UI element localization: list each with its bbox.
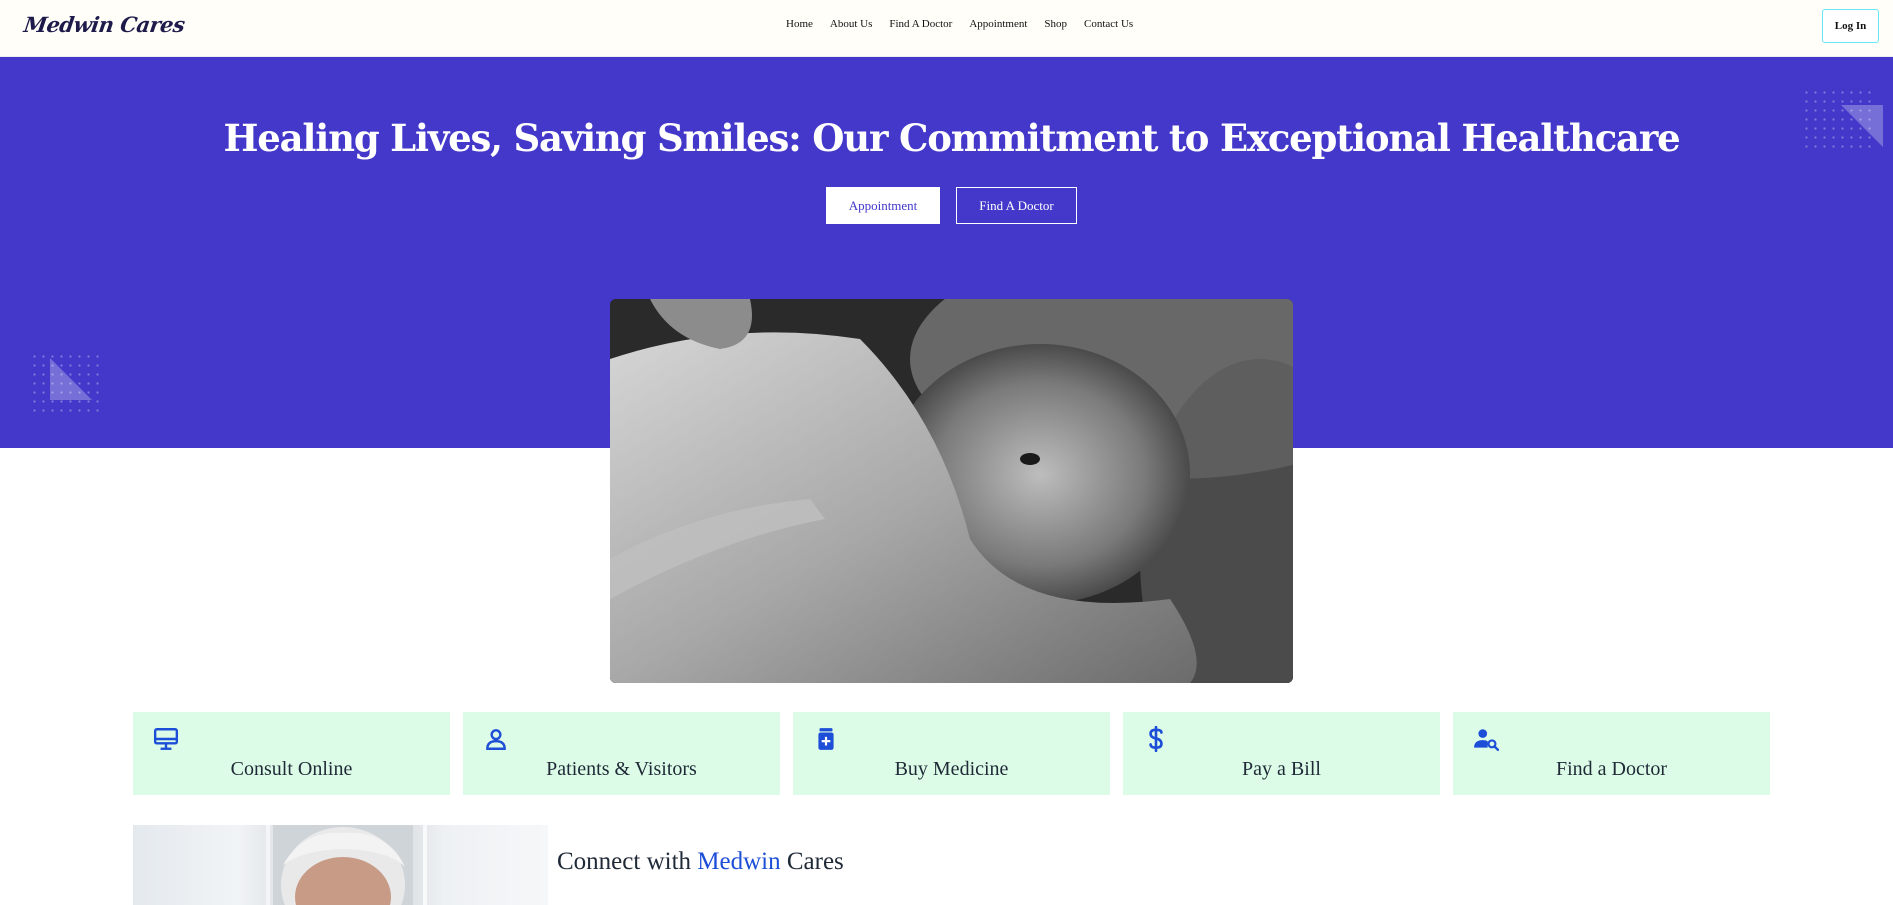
service-label: Find a Doctor	[1555, 758, 1668, 780]
service-card-consult-online[interactable]: Consult Online	[133, 712, 450, 795]
doctor-photo-illustration	[266, 825, 427, 905]
doctor-photo	[133, 825, 548, 905]
service-label: Patients & Visitors	[546, 758, 697, 780]
service-card-pay-a-bill[interactable]: Pay a Bill	[1123, 712, 1440, 795]
nav-find-a-doctor[interactable]: Find A Doctor	[889, 18, 952, 30]
connect-brand: Medwin	[697, 848, 781, 875]
dollar-icon	[1149, 726, 1163, 752]
service-label: Consult Online	[230, 758, 353, 780]
hero-triangle-left	[50, 358, 92, 400]
connect-heading: Connect with Medwin Cares	[557, 848, 844, 876]
appointment-button[interactable]: Appointment	[826, 187, 940, 224]
service-label: Buy Medicine	[894, 758, 1009, 780]
login-button[interactable]: Log In	[1822, 9, 1879, 43]
site-logo[interactable]: Medwin Cares	[22, 12, 186, 37]
hero-newborn-photo	[610, 299, 1293, 683]
nav-shop[interactable]: Shop	[1044, 18, 1067, 30]
main-nav: Home About Us Find A Doctor Appointment …	[786, 18, 1133, 30]
user-icon	[486, 729, 506, 750]
nav-appointment[interactable]: Appointment	[969, 18, 1027, 30]
connect-prefix: Connect with	[557, 848, 692, 875]
nav-about-us[interactable]: About Us	[830, 18, 872, 30]
service-card-buy-medicine[interactable]: Buy Medicine	[793, 712, 1110, 795]
newborn-photo-illustration	[610, 299, 1293, 683]
service-card-patients-visitors[interactable]: Patients & Visitors	[463, 712, 780, 795]
service-card-find-a-doctor[interactable]: Find a Doctor	[1453, 712, 1770, 795]
medicine-bottle-icon	[818, 728, 834, 750]
service-label: Pay a Bill	[1242, 758, 1321, 780]
monitor-icon	[153, 728, 179, 750]
nav-home[interactable]: Home	[786, 18, 813, 30]
find-doctor-button[interactable]: Find A Doctor	[956, 187, 1077, 224]
nav-contact-us[interactable]: Contact Us	[1084, 18, 1133, 30]
connect-suffix: Cares	[786, 848, 844, 875]
site-header: Medwin Cares Home About Us Find A Doctor…	[0, 0, 1893, 57]
user-search-icon	[1474, 729, 1499, 752]
hero-title: Healing Lives, Saving Smiles: Our Commit…	[223, 116, 1681, 160]
